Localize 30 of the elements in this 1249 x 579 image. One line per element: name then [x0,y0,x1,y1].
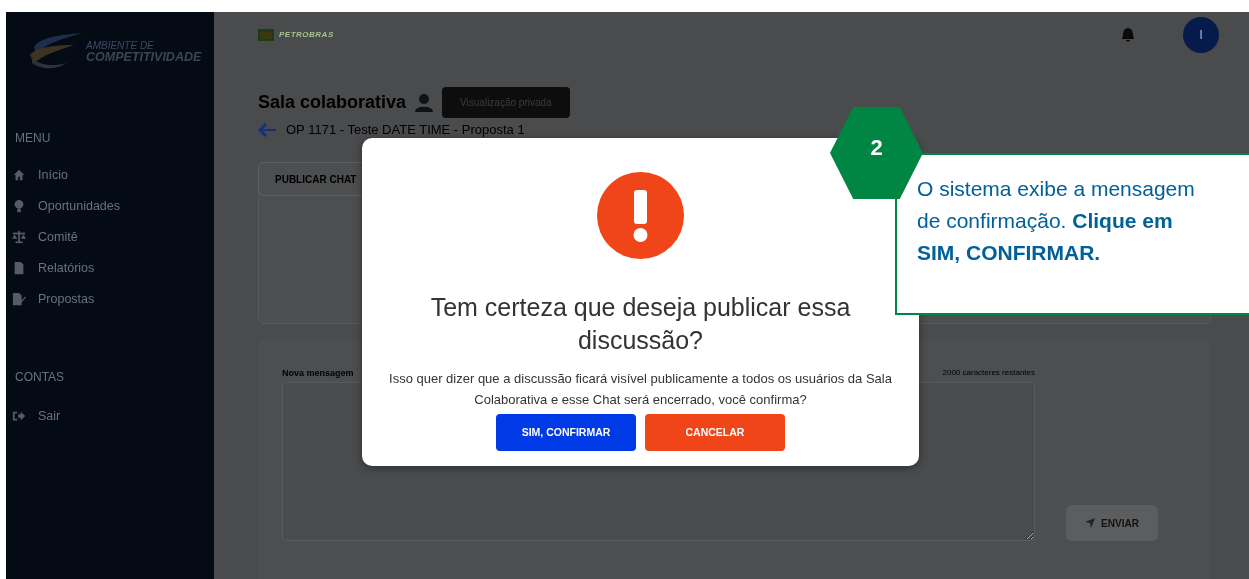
nav-item[interactable]: Oportunidades [6,190,214,221]
nav-icon [12,260,26,275]
nav-icon [12,291,26,306]
nav-icon [12,229,26,244]
nav-item[interactable]: Relatórios [6,252,214,283]
cancel-button[interactable]: CANCELAR [645,413,785,451]
send-button[interactable]: ENVIAR [1066,505,1158,541]
dialog-message: Isso quer dizer que a discussão ficará visível publicamente a todos os usuários da Sala Colaborativa e esse Chat será encerrado, você confirma? [388,370,893,409]
section-label: MENU [14,131,52,145]
nav-item[interactable]: Comitê [6,221,214,252]
nav-item[interactable]: Sair [6,400,214,431]
brand-name: PETROBRAS [279,30,334,39]
dialog-title: Tem certeza que deseja publicar essa discussão? [429,292,852,356]
nav-icon [12,198,26,213]
back-arrow-icon[interactable] [258,122,276,137]
confirm-button[interactable]: SIM, CONFIRMAR [496,413,636,451]
user-avatar[interactable]: I [1183,16,1219,53]
logo-text: AMBIENTE DE COMPETITIVIDADE [86,40,202,64]
nav-item[interactable]: Propostas [6,283,214,314]
warning-icon [597,172,684,259]
character-counter: 2000 caracteres restantes [942,368,1035,378]
section-label: CONTAS [14,370,66,384]
page-title: Sala colaborativa [258,92,407,113]
notification-bell-icon[interactable] [1121,26,1135,43]
send-icon [1085,518,1096,528]
breadcrumb-text: OP 1171 - Teste DATE TIME - Proposta 1 [286,122,525,137]
nav-item[interactable]: Início [6,159,214,190]
message-label: Nova mensagem [282,368,354,378]
user-icon [414,93,435,112]
nav-icon [12,167,26,182]
